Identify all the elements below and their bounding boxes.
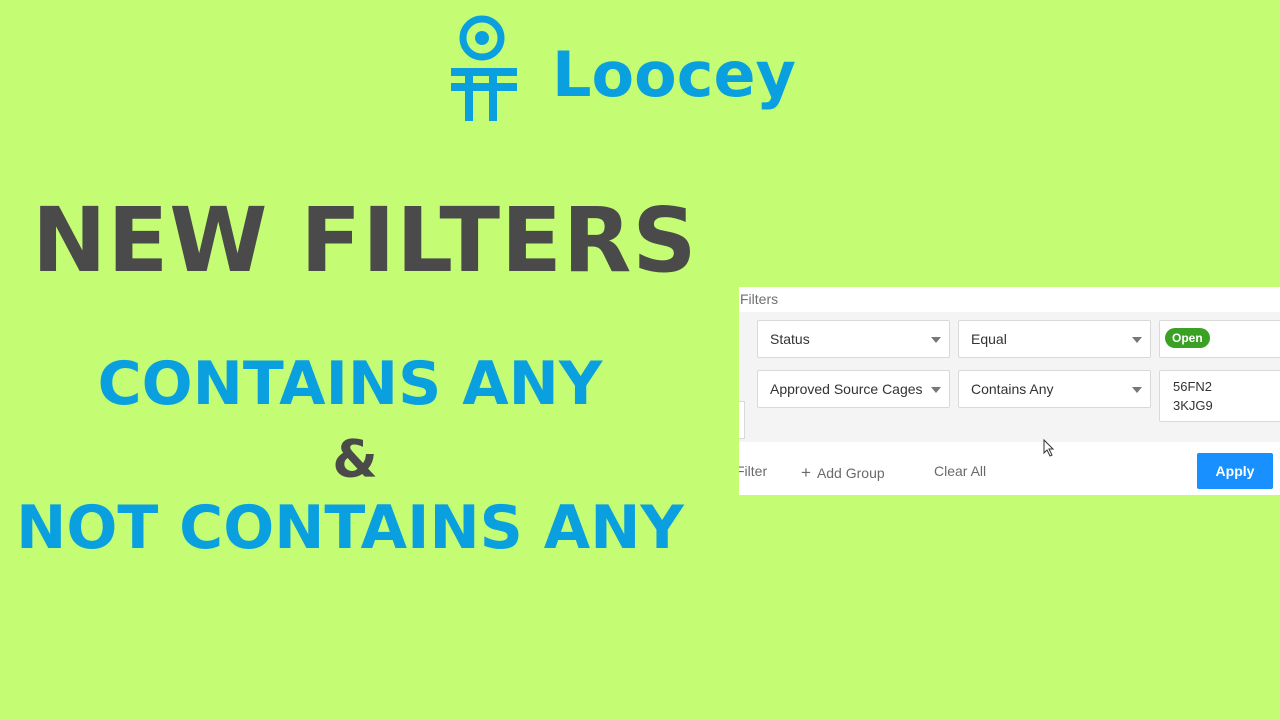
filters-panel-title: Filters bbox=[740, 291, 779, 307]
filter-operator-label: Contains Any bbox=[971, 381, 1054, 397]
filters-panel: Filters Status Equal Open Approved Sourc… bbox=[739, 287, 1280, 495]
apply-button[interactable]: Apply bbox=[1197, 453, 1273, 489]
add-filter-button[interactable]: Filter bbox=[739, 463, 767, 479]
plus-icon: + bbox=[801, 463, 811, 482]
add-group-button[interactable]: + Add Group bbox=[801, 463, 885, 483]
subheading-not-contains-any: NOT CONTAINS ANY bbox=[16, 493, 684, 563]
filter-field-select-approved-source-cages[interactable]: Approved Source Cages bbox=[757, 370, 950, 408]
chevron-down-icon bbox=[931, 337, 941, 343]
chevron-down-icon bbox=[1132, 387, 1142, 393]
loocey-logo-icon bbox=[451, 15, 517, 121]
chevron-down-icon bbox=[931, 387, 941, 393]
filter-field-label: Status bbox=[770, 331, 810, 347]
filter-value-select-status[interactable]: Open bbox=[1159, 320, 1280, 358]
filter-operator-select-contains-any[interactable]: Contains Any bbox=[958, 370, 1151, 408]
clear-all-button[interactable]: Clear All bbox=[934, 463, 986, 479]
status-badge-open: Open bbox=[1165, 328, 1210, 348]
add-group-label: Add Group bbox=[816, 465, 885, 481]
filter-value-multi-input[interactable]: 56FN2 3KJG9 bbox=[1159, 370, 1280, 422]
row-handle-stub bbox=[739, 401, 745, 439]
filter-operator-select-equal[interactable]: Equal bbox=[958, 320, 1151, 358]
page-title: NEW FILTERS bbox=[32, 188, 698, 292]
mouse-cursor-icon bbox=[1043, 439, 1055, 457]
value-item: 56FN2 bbox=[1173, 379, 1213, 394]
subheading-ampersand: & bbox=[332, 430, 378, 490]
filter-field-label: Approved Source Cages bbox=[770, 381, 923, 397]
filter-operator-label: Equal bbox=[971, 331, 1007, 347]
subheading-contains-any: CONTAINS ANY bbox=[97, 349, 603, 419]
chevron-down-icon bbox=[1132, 337, 1142, 343]
filter-field-select-status[interactable]: Status bbox=[757, 320, 950, 358]
brand-name: Loocey bbox=[552, 38, 796, 111]
value-item: 3KJG9 bbox=[1173, 398, 1213, 413]
filter-rows: Status Equal Open Approved Source Cages … bbox=[739, 312, 1280, 457]
